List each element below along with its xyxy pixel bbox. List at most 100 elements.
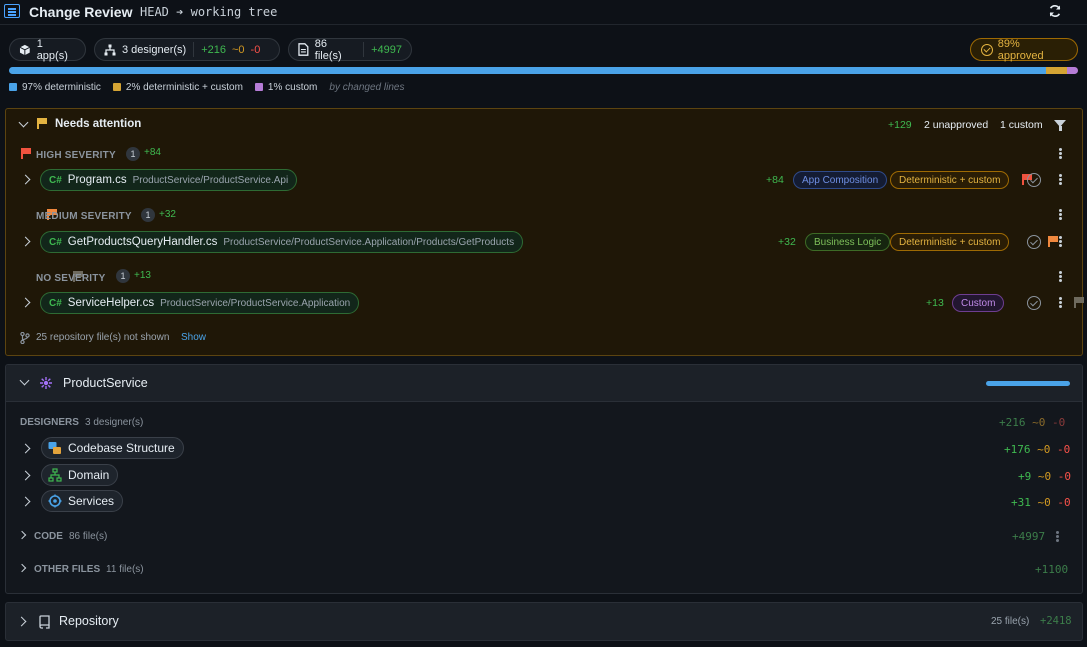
file-path: ProductService/ProductService.Applicatio…	[160, 297, 351, 309]
product-service-progress-bar	[986, 381, 1070, 386]
product-service-title: ProductService	[63, 376, 148, 390]
kind-tag[interactable]: Deterministic + custom	[890, 171, 1010, 189]
file-pill-service-helper[interactable]: C# ServiceHelper.cs ProductService/Produ…	[40, 292, 360, 314]
progress-segment	[1045, 67, 1068, 74]
files-pill[interactable]: 86 file(s) +4997	[288, 37, 412, 62]
page-title: Change Review	[29, 4, 133, 20]
custom-count: 1 custom	[1000, 119, 1043, 131]
approve-check-icon[interactable]	[1027, 296, 1041, 310]
approved-text: 89% approved	[997, 37, 1044, 62]
designer-modifications: ~0	[1037, 470, 1052, 483]
other-files-additions: +1100	[1035, 563, 1069, 576]
flag-icon[interactable]	[1048, 236, 1058, 247]
chevron-right-icon[interactable]	[20, 496, 31, 507]
files-count: 86 file(s)	[314, 37, 342, 62]
code-label[interactable]: CODE	[34, 531, 63, 542]
cube-icon	[19, 44, 30, 55]
severity-count: 1	[126, 147, 140, 161]
ref-to: working tree	[190, 5, 278, 19]
chevron-right-icon[interactable]	[20, 443, 31, 454]
severity-label: MEDIUM SEVERITY	[36, 211, 132, 222]
needs-attention-header[interactable]: Needs attention +129 2 unapproved 1 cust…	[6, 109, 1082, 141]
severity-count: 1	[116, 269, 130, 283]
file-path: ProductService/ProductService.Api	[132, 174, 289, 186]
designers-pill[interactable]: 3 designer(s) +216 ~0 -0	[94, 38, 280, 61]
flag-icon[interactable]	[1074, 297, 1084, 308]
show-link[interactable]: Show	[181, 332, 206, 343]
divider	[363, 42, 365, 57]
other-files-label[interactable]: OTHER FILES	[34, 564, 100, 575]
designers-modifications: ~0	[231, 43, 245, 56]
codebase-structure-icon	[48, 441, 62, 455]
hierarchy-icon	[104, 44, 116, 55]
chevron-down-icon[interactable]	[19, 375, 30, 386]
product-service-header[interactable]: ProductService	[6, 365, 1082, 402]
approve-check-icon[interactable]	[1027, 173, 1041, 187]
csharp-icon: C#	[49, 236, 62, 248]
check-circle-icon	[981, 43, 993, 56]
legend-note: by changed lines	[329, 82, 405, 93]
designer-name: Services	[68, 494, 115, 508]
chevron-right-icon[interactable]	[20, 470, 31, 481]
legend-item: 2% deterministic + custom	[112, 82, 243, 93]
unapproved-count: 2 unapproved	[924, 119, 989, 131]
more-options-icon[interactable]	[1059, 271, 1062, 282]
ref-range: HEAD ➔ working tree	[140, 5, 277, 19]
severity-count: 1	[141, 208, 155, 222]
more-options-icon[interactable]	[1059, 148, 1062, 159]
legend-swatch	[254, 83, 263, 91]
progress-segment	[1067, 67, 1078, 74]
legend-label: 1% custom	[267, 82, 318, 93]
designers-deletions: -0	[250, 43, 261, 56]
more-options-icon[interactable]	[1056, 531, 1059, 542]
legend-item: 97% deterministic	[9, 82, 101, 93]
category-tag[interactable]: App Composition	[793, 171, 888, 189]
chevron-right-icon[interactable]	[17, 563, 27, 573]
chevron-right-icon[interactable]	[20, 297, 31, 308]
needs-attention-panel: Needs attention +129 2 unapproved 1 cust…	[5, 108, 1084, 356]
ref-from: HEAD	[140, 5, 169, 19]
severity-label: NO SEVERITY	[36, 273, 106, 284]
designer-stats: +9 ~0 -0	[1018, 470, 1071, 483]
filter-icon[interactable]	[1054, 120, 1066, 131]
file-pill-get-products-query-handler[interactable]: C# GetProductsQueryHandler.cs ProductSer…	[40, 231, 524, 253]
approve-check-icon[interactable]	[1027, 235, 1041, 249]
flag-icon	[37, 118, 47, 129]
more-options-icon[interactable]	[1059, 174, 1062, 185]
services-icon	[48, 494, 62, 508]
designer-services[interactable]: Services	[41, 490, 124, 512]
refresh-icon[interactable]	[1047, 4, 1063, 20]
file-additions: +32	[778, 236, 796, 248]
chevron-right-icon[interactable]	[20, 236, 31, 247]
designer-deletions: -0	[1057, 496, 1071, 509]
designers-stats: +216 ~0 -0	[999, 416, 1065, 429]
chevron-right-icon[interactable]	[20, 174, 31, 185]
title-bar: Change Review HEAD ➔ working tree	[0, 0, 1087, 25]
apps-pill[interactable]: 1 app(s)	[9, 38, 86, 62]
designers-label: DESIGNERS	[20, 417, 79, 428]
designer-deletions: -0	[1057, 443, 1071, 456]
category-tag[interactable]: Business Logic	[805, 233, 891, 251]
chevron-down-icon[interactable]	[18, 117, 29, 128]
more-options-icon[interactable]	[1059, 209, 1062, 220]
chevron-right-icon[interactable]	[16, 616, 27, 627]
approved-badge[interactable]: 89% approved	[970, 37, 1078, 62]
more-options-icon[interactable]	[1059, 236, 1062, 247]
designers-deletions: -0	[1052, 416, 1066, 429]
kind-tag[interactable]: Deterministic + custom	[890, 233, 1010, 251]
designers-additions: +216	[999, 416, 1026, 429]
designer-domain[interactable]: Domain	[41, 464, 119, 486]
attention-additions: +129	[888, 119, 912, 131]
designers-count: 3 designer(s)	[85, 417, 144, 428]
legend-swatch	[112, 83, 121, 91]
other-files-count: 11 file(s)	[106, 564, 144, 575]
designer-codebase-structure[interactable]: Codebase Structure	[41, 437, 184, 459]
repository-panel[interactable]: Repository 25 file(s) +2418	[5, 602, 1083, 641]
designer-stats: +31 ~0 -0	[1011, 496, 1071, 509]
file-pill-program[interactable]: C# Program.cs ProductService/ProductServ…	[40, 169, 298, 191]
chevron-right-icon[interactable]	[17, 530, 27, 540]
domain-icon	[48, 468, 62, 482]
more-options-icon[interactable]	[1059, 297, 1062, 308]
designer-name: Codebase Structure	[68, 441, 175, 455]
kind-tag[interactable]: Custom	[952, 294, 1005, 312]
